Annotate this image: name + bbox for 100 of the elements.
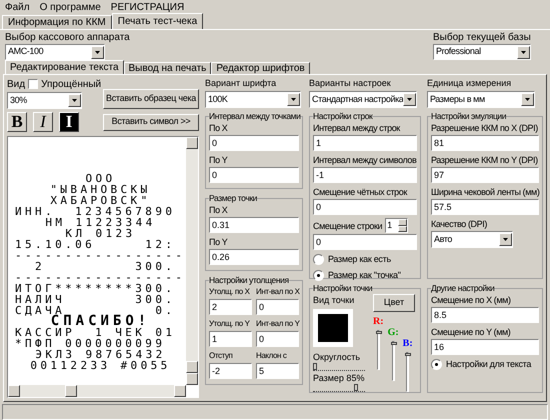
group-title: Настройки строк <box>313 111 372 122</box>
receipt-line: 15.10.06 12: <box>15 239 176 250</box>
spin-field[interactable]: 1 <box>385 218 408 233</box>
receipt-line: 00112233 #0055 <box>30 360 171 371</box>
color-button[interactable]: Цвет <box>373 294 415 312</box>
menu-item[interactable]: РЕГИСТРАЦИЯ <box>110 0 184 14</box>
input-field[interactable]: 57.5 <box>431 199 539 215</box>
input-field[interactable]: 0 <box>313 199 417 215</box>
settings-select[interactable]: Размеры в мм <box>427 91 535 108</box>
dropdown-button[interactable] <box>517 46 530 58</box>
input-field[interactable]: 0.31 <box>209 217 299 233</box>
settings-select[interactable]: Стандартная настройка <box>309 91 417 108</box>
input-field[interactable]: -2 <box>209 363 252 379</box>
input-field[interactable]: 1 <box>209 331 252 347</box>
format-button[interactable]: B <box>7 112 27 132</box>
device-select[interactable]: АМС-100 <box>5 44 105 60</box>
input-field[interactable]: 0 <box>256 299 299 315</box>
horizontal-scrollbar[interactable] <box>8 385 186 397</box>
receipt-line: ХАБАРОВСК" <box>50 195 151 206</box>
dropdown-arrow-icon <box>291 98 296 101</box>
radio-button[interactable] <box>431 359 442 370</box>
settings-select[interactable]: 100K <box>205 91 301 108</box>
tab[interactable]: Редактирование текста <box>5 60 124 74</box>
field-label: Смещение строки <box>313 220 382 232</box>
slider-thumb[interactable] <box>313 363 317 370</box>
field-label: Инт-вал по X <box>256 286 299 298</box>
input-field[interactable]: 16 <box>431 339 539 355</box>
dropdown-button[interactable] <box>68 94 81 107</box>
group-title: Настройки утолщения <box>209 275 289 286</box>
dropdown-arrow-icon <box>503 238 508 241</box>
field-label: Выбор текущей базы <box>433 32 531 43</box>
vertical-scrollbar[interactable] <box>186 137 198 385</box>
input-field[interactable]: -1 <box>313 167 417 183</box>
dropdown-arrow-icon <box>72 99 77 102</box>
field-label: Варианты настроек <box>309 78 392 89</box>
field-label: Округлость <box>313 351 362 363</box>
slider-track[interactable] <box>376 330 380 370</box>
field-label: Интервал между символов <box>313 154 417 166</box>
receipt-editor[interactable] <box>7 136 199 398</box>
input-field[interactable]: 2 <box>209 299 252 315</box>
channel-label: B: <box>402 338 413 349</box>
input-field[interactable]: 0 <box>209 135 299 151</box>
dropdown-button[interactable] <box>403 93 416 106</box>
slider-thumb[interactable] <box>390 342 397 345</box>
slider-track[interactable] <box>406 352 410 392</box>
field-label: Вид <box>7 78 26 92</box>
slider-thumb[interactable] <box>376 331 382 334</box>
insert-sample-button[interactable]: Вставить образец чека <box>103 89 199 109</box>
zoom-select[interactable]: 30% <box>7 92 82 109</box>
input-field[interactable]: 0 <box>256 331 299 347</box>
field-label: Наклон с <box>256 350 288 362</box>
field-label: Разрешение ККМ по Y (DPI) <box>431 154 539 166</box>
insert-symbol-button[interactable]: Вставить символ >> <box>103 114 199 130</box>
group-title: Настройки эмуляции <box>431 111 506 122</box>
receipt-line: *ПФП 0000000099 <box>15 338 166 349</box>
receipt-line: КЛ 0123 <box>65 228 136 239</box>
input-field[interactable]: 0.26 <box>209 249 299 265</box>
radio-button[interactable] <box>313 254 324 266</box>
receipt-line: ИТОГ********300. <box>15 283 176 294</box>
tab[interactable]: Вывод на печать <box>124 62 212 74</box>
menu-item[interactable]: О программе <box>40 0 101 14</box>
input-field[interactable]: 1 <box>313 135 417 151</box>
receipt-line: ----------------- <box>15 250 186 261</box>
input-field[interactable]: 0 <box>209 167 299 183</box>
input-field[interactable]: 8.5 <box>431 307 539 323</box>
dropdown-button[interactable] <box>91 46 104 58</box>
input-field[interactable]: 5 <box>256 363 299 379</box>
size-slider[interactable] <box>313 384 365 392</box>
receipt-line: НАЛИЧ 300. <box>15 294 176 305</box>
dropdown-button[interactable] <box>499 233 512 246</box>
slider-track[interactable] <box>392 341 395 381</box>
field-label: По X <box>209 204 228 216</box>
format-button[interactable]: I <box>59 112 79 132</box>
receipt-line: СПАСИБО! <box>50 316 150 327</box>
tab[interactable]: Редактор шрифтов <box>211 62 310 74</box>
field-label: Размер 85% <box>313 372 366 384</box>
dropdown-button[interactable] <box>287 93 300 106</box>
input-field[interactable]: 97 <box>431 167 539 183</box>
tab[interactable]: Информация по ККМ <box>2 15 112 29</box>
radio-button[interactable] <box>313 270 324 281</box>
dot-preview <box>313 309 353 347</box>
roundness-slider[interactable] <box>313 363 365 371</box>
slider-thumb[interactable] <box>405 353 412 356</box>
slider-thumb[interactable] <box>354 384 358 391</box>
input-field[interactable]: 0 <box>313 234 417 250</box>
checkbox[interactable] <box>28 79 38 89</box>
base-select[interactable]: Professional <box>433 44 531 60</box>
field-label: Утолщ. по Y <box>209 318 251 330</box>
field-label: Выбор кассового аппарата <box>5 32 130 43</box>
dropdown-arrow-icon <box>521 50 526 54</box>
field-label: По Y <box>209 236 228 248</box>
field-label: Инт-вал по Y <box>256 318 299 330</box>
quality-select[interactable]: Авто <box>431 231 513 248</box>
field-label: Вариант шрифта <box>205 78 278 89</box>
dropdown-button[interactable] <box>521 93 534 106</box>
input-field[interactable]: 81 <box>431 135 539 151</box>
menu-item[interactable]: Файл <box>5 0 30 14</box>
format-button[interactable]: I <box>33 112 53 132</box>
tab[interactable]: Печать тест-чека <box>112 13 204 29</box>
spin-arrows-icon[interactable] <box>398 219 408 232</box>
